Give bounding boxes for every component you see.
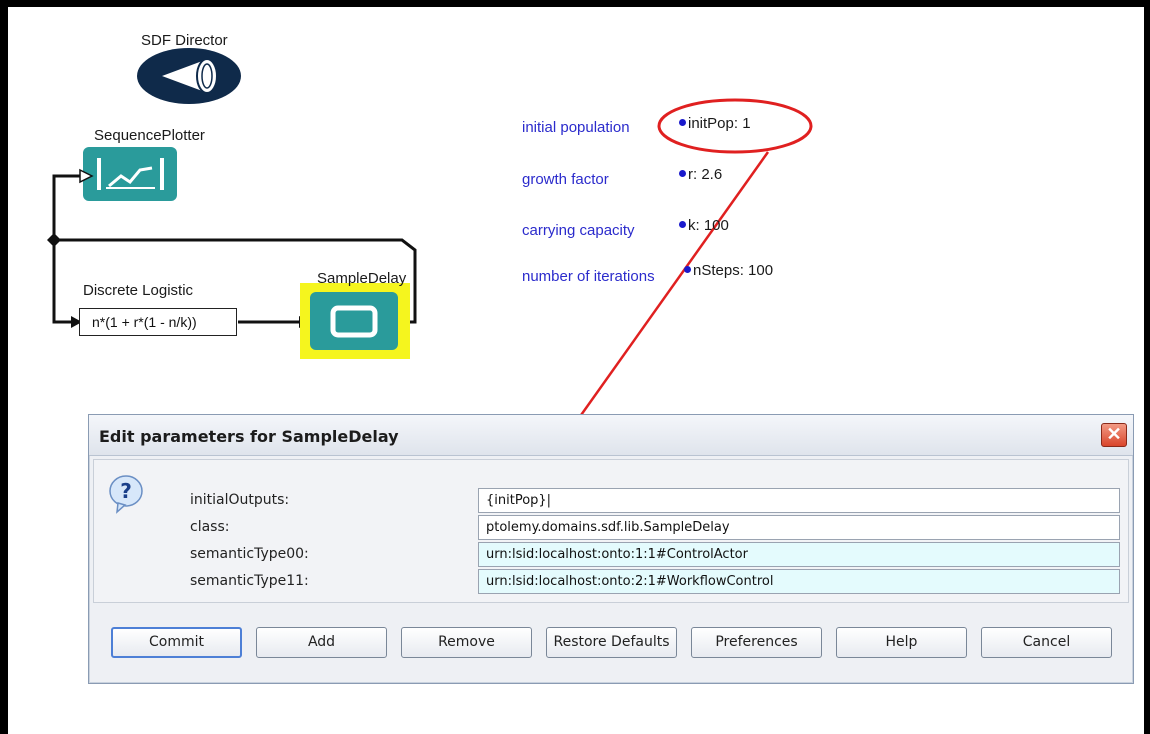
param-value-k[interactable]: k: 100 — [679, 217, 729, 234]
param-name-growth-factor: growth factor — [522, 171, 609, 188]
field-label-class: class: — [190, 519, 230, 535]
class-input[interactable]: ptolemy.domains.sdf.lib.SampleDelay — [478, 515, 1120, 540]
plotter-label: SequencePlotter — [94, 127, 205, 144]
director-label: SDF Director — [141, 32, 228, 49]
edit-parameters-dialog: Edit parameters for SampleDelay ✕ ? init… — [88, 414, 1134, 684]
sampledelay-label: SampleDelay — [317, 270, 407, 287]
commit-button[interactable]: Commit — [111, 627, 242, 658]
preferences-button[interactable]: Preferences — [691, 627, 822, 658]
field-label-semantic-type-00: semanticType00: — [190, 546, 309, 562]
param-name-initial-population: initial population — [522, 119, 630, 136]
restore-defaults-button[interactable]: Restore Defaults — [546, 627, 677, 658]
question-icon: ? — [109, 475, 143, 514]
relation-diamond[interactable] — [47, 233, 61, 247]
dialog-title: Edit parameters for SampleDelay — [99, 427, 399, 446]
param-value-r[interactable]: r: 2.6 — [679, 166, 722, 183]
sequence-plotter-icon[interactable] — [83, 147, 177, 201]
field-label-initial-outputs: initialOutputs: — [190, 492, 290, 508]
svg-text:?: ? — [120, 479, 132, 503]
param-name-carrying-capacity: carrying capacity — [522, 222, 635, 239]
initial-outputs-input[interactable]: {initPop}| — [478, 488, 1120, 513]
add-button[interactable]: Add — [256, 627, 387, 658]
help-button[interactable]: Help — [836, 627, 967, 658]
cancel-button[interactable]: Cancel — [981, 627, 1112, 658]
parameters-panel: ? initialOutputs: {initPop}| class: ptol… — [93, 459, 1129, 603]
dialog-titlebar[interactable]: Edit parameters for SampleDelay ✕ — [89, 415, 1133, 456]
param-name-number-of-iterations: number of iterations — [522, 268, 655, 285]
sample-delay-icon[interactable] — [300, 283, 410, 359]
semantic-type-00-input[interactable]: urn:lsid:localhost:onto:1:1#ControlActor — [478, 542, 1120, 567]
close-icon[interactable]: ✕ — [1101, 423, 1127, 447]
logistic-expression-actor[interactable]: n*(1 + r*(1 - n/k)) — [79, 308, 237, 336]
field-label-semantic-type-11: semanticType11: — [190, 573, 309, 589]
logistic-label: Discrete Logistic — [83, 282, 194, 299]
param-value-initpop[interactable]: initPop: 1 — [679, 115, 751, 132]
remove-button[interactable]: Remove — [401, 627, 532, 658]
sdf-director-icon[interactable] — [137, 48, 241, 104]
param-value-nsteps[interactable]: nSteps: 100 — [684, 262, 773, 279]
semantic-type-11-input[interactable]: urn:lsid:localhost:onto:2:1#WorkflowCont… — [478, 569, 1120, 594]
